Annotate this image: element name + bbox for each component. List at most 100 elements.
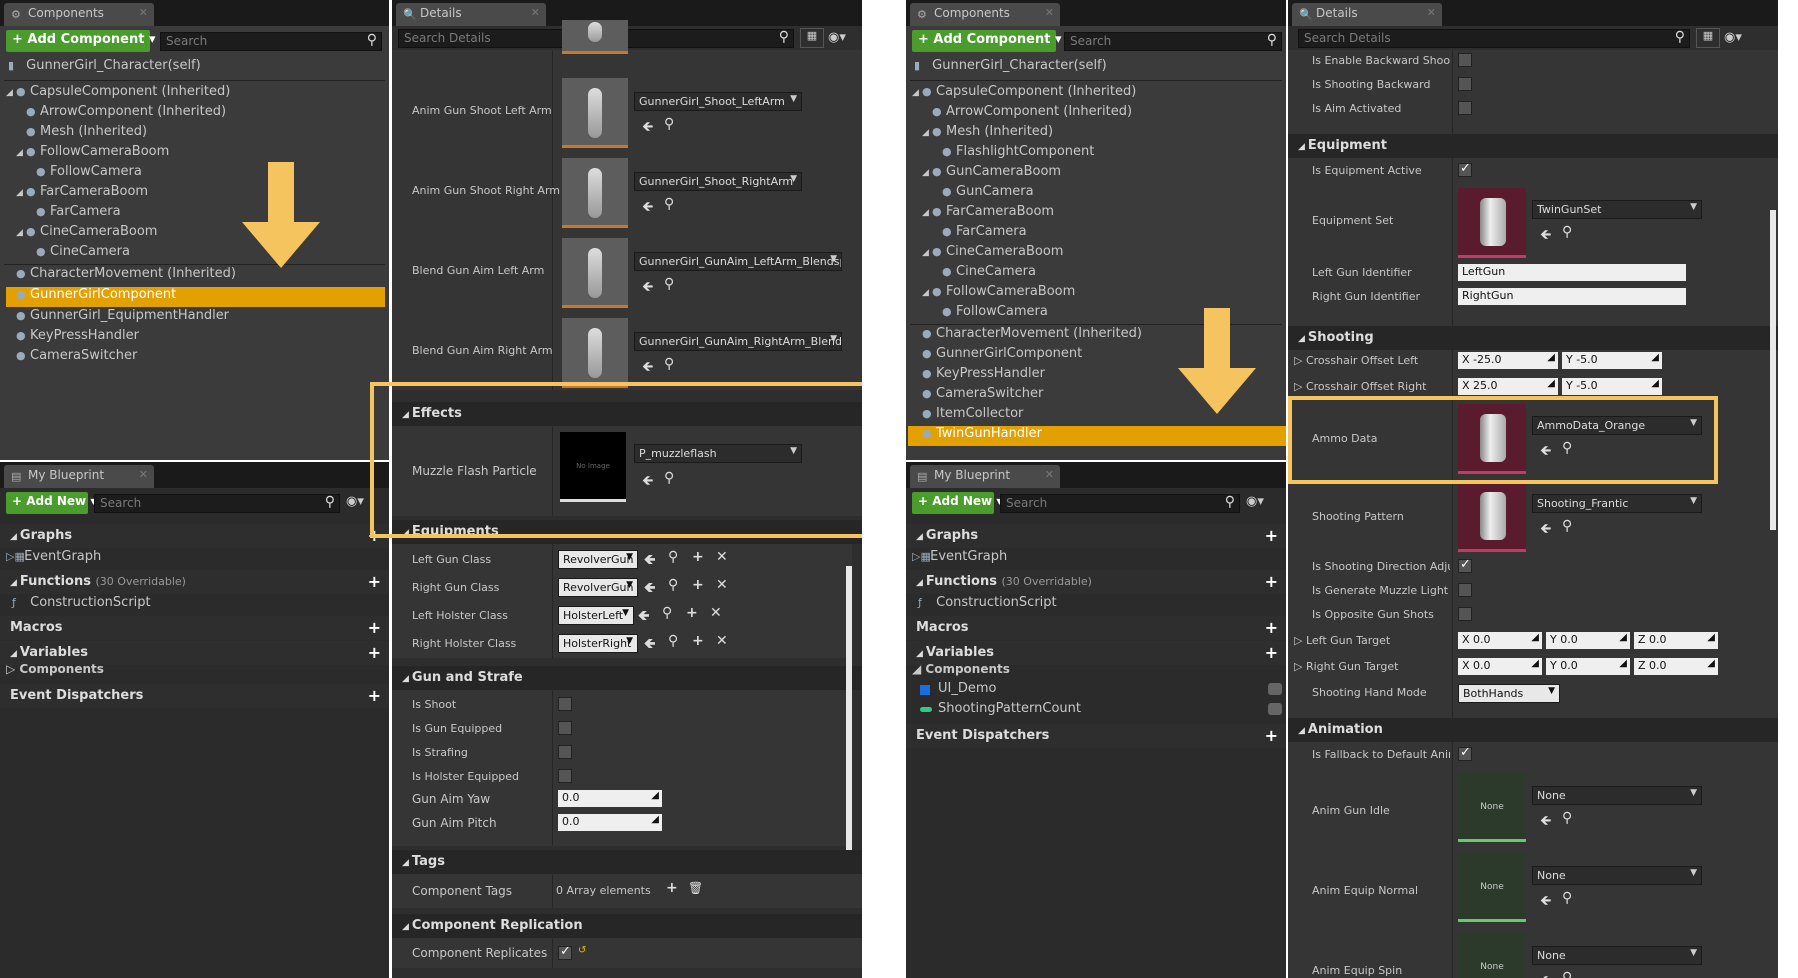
tree-item[interactable]: ● KeyPressHandler xyxy=(912,366,1045,386)
tree-item[interactable]: ● CharacterMovement (Inherited) xyxy=(6,266,236,286)
tree-item[interactable]: ● TwinGunHandler xyxy=(908,426,1286,446)
browse-icon[interactable]: ⚲ xyxy=(1562,890,1572,906)
section-component-replication[interactable]: ◢ Component Replication xyxy=(392,914,862,938)
expand-icon[interactable]: ◢ xyxy=(6,88,16,98)
crosshair-left-y[interactable]: Y -5.0 ◢ xyxy=(1562,352,1662,369)
muzzle-light-checkbox[interactable] xyxy=(1458,583,1472,597)
animation-thumbnail[interactable]: None xyxy=(1458,932,1526,978)
shooting-pattern-combo[interactable]: Shooting_Frantic ▼ xyxy=(1532,494,1702,513)
search-input[interactable]: Search ⚲ xyxy=(1064,32,1282,51)
browse-icon[interactable]: ⚲ xyxy=(664,116,674,132)
use-selected-icon[interactable]: 🡸 xyxy=(1540,810,1551,834)
asset-combo[interactable]: GunnerGirl_GunAim_RightArm_Blendspace▼ xyxy=(634,332,842,351)
use-selected-icon[interactable]: 🡸 xyxy=(644,577,655,601)
section-shooting[interactable]: ◢ Shooting xyxy=(1288,326,1778,350)
tree-item[interactable]: ● CharacterMovement (Inherited) xyxy=(912,326,1142,346)
section-equipment[interactable]: ◢ Equipment xyxy=(1288,134,1778,158)
section-event-dispatchers[interactable]: Event Dispatchers + xyxy=(0,684,389,708)
close-icon[interactable]: ✕ xyxy=(139,468,148,481)
close-icon[interactable]: ✕ xyxy=(1427,6,1436,19)
fallback-checkbox[interactable] xyxy=(1458,745,1472,761)
new-class-icon[interactable]: + xyxy=(686,605,698,621)
expand-icon[interactable]: ◢ xyxy=(922,168,932,178)
gun-aim-yaw-input[interactable]: 0.0 ◢ xyxy=(558,790,662,807)
browse-icon[interactable]: ⚲ xyxy=(1562,970,1572,978)
crosshair-right-y[interactable]: Y -5.0 ◢ xyxy=(1562,378,1662,395)
asset-combo[interactable]: GunnerGirl_GunAim_LeftArm_Blendspace▼ xyxy=(634,252,842,271)
tree-item[interactable]: ● FlashlightComponent xyxy=(932,144,1094,164)
expand-icon[interactable]: ◢ xyxy=(922,288,932,298)
asset-thumbnail[interactable] xyxy=(1458,482,1526,552)
tree-item[interactable]: ● GunnerGirlComponent xyxy=(6,287,385,307)
tree-item[interactable]: ● CameraSwitcher xyxy=(6,348,137,368)
class-combo[interactable]: RevolverGun ▼ xyxy=(558,578,638,597)
right-gun-id-input[interactable]: RightGun xyxy=(1458,288,1686,305)
new-class-icon[interactable]: + xyxy=(692,633,704,649)
close-icon[interactable]: ✕ xyxy=(139,6,148,19)
tree-item[interactable]: ◢ ● FollowCameraBoom xyxy=(922,284,1075,304)
browse-icon[interactable]: ⚲ xyxy=(1562,810,1572,826)
animation-thumbnail[interactable] xyxy=(562,158,628,228)
tree-item[interactable]: ● ItemCollector xyxy=(912,406,1023,426)
asset-combo[interactable]: GunnerGirl_Shoot_RightArm ▼ xyxy=(634,172,802,191)
clear-icon[interactable]: ✕ xyxy=(710,605,722,621)
tree-item[interactable]: ● ArrowComponent (Inherited) xyxy=(922,104,1132,124)
equipment-active-checkbox[interactable] xyxy=(1458,161,1472,177)
tree-item[interactable]: ◢ ● Mesh (Inherited) xyxy=(922,124,1053,144)
use-selected-icon[interactable]: 🡸 xyxy=(642,116,653,140)
tab-details[interactable]: 🔍 Details ✕ xyxy=(396,3,546,26)
tree-item[interactable]: ● Mesh (Inherited) xyxy=(16,124,147,144)
animation-combo[interactable]: None ▼ xyxy=(1532,786,1702,805)
section-event-dispatchers[interactable]: Event Dispatchers + xyxy=(906,724,1286,748)
bool-checkbox[interactable] xyxy=(1458,77,1472,91)
tree-item[interactable]: ● FarCamera xyxy=(26,204,121,224)
add-icon[interactable]: + xyxy=(368,572,381,591)
close-icon[interactable]: ✕ xyxy=(1045,6,1054,19)
use-selected-icon[interactable]: 🡸 xyxy=(1540,890,1551,914)
tab-components[interactable]: ⚙ Components ✕ xyxy=(910,3,1060,26)
expand-icon[interactable]: ◢ xyxy=(16,148,26,158)
section-macros[interactable]: Macros + xyxy=(906,616,1286,640)
section-graphs[interactable]: ◢ Graphs + xyxy=(0,524,389,548)
use-selected-icon[interactable]: 🡸 xyxy=(644,549,655,573)
animation-thumbnail[interactable] xyxy=(562,78,628,148)
use-selected-icon[interactable]: 🡸 xyxy=(642,276,653,300)
eye-icon[interactable]: ◉▾ xyxy=(1724,30,1742,45)
browse-icon[interactable]: ⚲ xyxy=(668,633,678,649)
bool-checkbox[interactable] xyxy=(1458,101,1472,115)
clear-icon[interactable]: ✕ xyxy=(716,633,728,649)
class-combo[interactable]: HolsterRight ▼ xyxy=(558,634,638,653)
tab-my-blueprint[interactable]: ▤ My Blueprint ✕ xyxy=(4,465,154,488)
construction-script-item[interactable]: ƒ ConstructionScript xyxy=(918,595,1057,615)
add-icon[interactable]: + xyxy=(368,618,381,637)
expand-icon[interactable]: ◢ xyxy=(16,228,26,238)
close-icon[interactable]: ✕ xyxy=(1045,468,1054,481)
asset-combo[interactable]: GunnerGirl_Shoot_LeftArm ▼ xyxy=(634,92,802,111)
gun-aim-pitch-input[interactable]: 0.0 ◢ xyxy=(558,814,662,831)
add-icon[interactable]: + xyxy=(1265,726,1278,745)
direction-adjusted-checkbox[interactable] xyxy=(1458,557,1472,573)
self-item[interactable]: ▮ GunnerGirl_Character(self) xyxy=(914,58,1107,78)
clear-icon[interactable]: ✕ xyxy=(716,549,728,565)
event-graph-item[interactable]: ▷▦ EventGraph xyxy=(6,549,101,569)
new-class-icon[interactable]: + xyxy=(692,549,704,565)
add-icon[interactable]: + xyxy=(1265,618,1278,637)
close-icon[interactable]: ✕ xyxy=(531,6,540,19)
crosshair-left-x[interactable]: X -25.0 ◢ xyxy=(1458,352,1558,369)
section-gun-and-strafe[interactable]: ◢ Gun and Strafe xyxy=(392,666,862,690)
animation-thumbnail[interactable] xyxy=(562,238,628,308)
right-target-z[interactable]: Z 0.0 ◢ xyxy=(1634,658,1718,675)
eye-toggle-icon[interactable] xyxy=(1268,703,1282,715)
browse-icon[interactable]: ⚲ xyxy=(668,577,678,593)
use-selected-icon[interactable]: 🡸 xyxy=(1540,518,1551,542)
components-category[interactable]: ▷ Components xyxy=(6,662,104,682)
view-options-button[interactable]: ▦ xyxy=(800,28,824,48)
tree-item[interactable]: ◢ ● GunCameraBoom xyxy=(922,164,1061,184)
browse-icon[interactable]: ⚲ xyxy=(662,605,672,621)
event-graph-item[interactable]: ▷▦ EventGraph xyxy=(912,549,1007,569)
scrollbar[interactable] xyxy=(846,566,852,856)
bool-checkbox[interactable] xyxy=(558,721,572,735)
construction-script-item[interactable]: ƒ ConstructionScript xyxy=(12,595,151,615)
bool-checkbox[interactable] xyxy=(558,769,572,783)
search-input[interactable]: Search ⚲ xyxy=(94,494,340,513)
